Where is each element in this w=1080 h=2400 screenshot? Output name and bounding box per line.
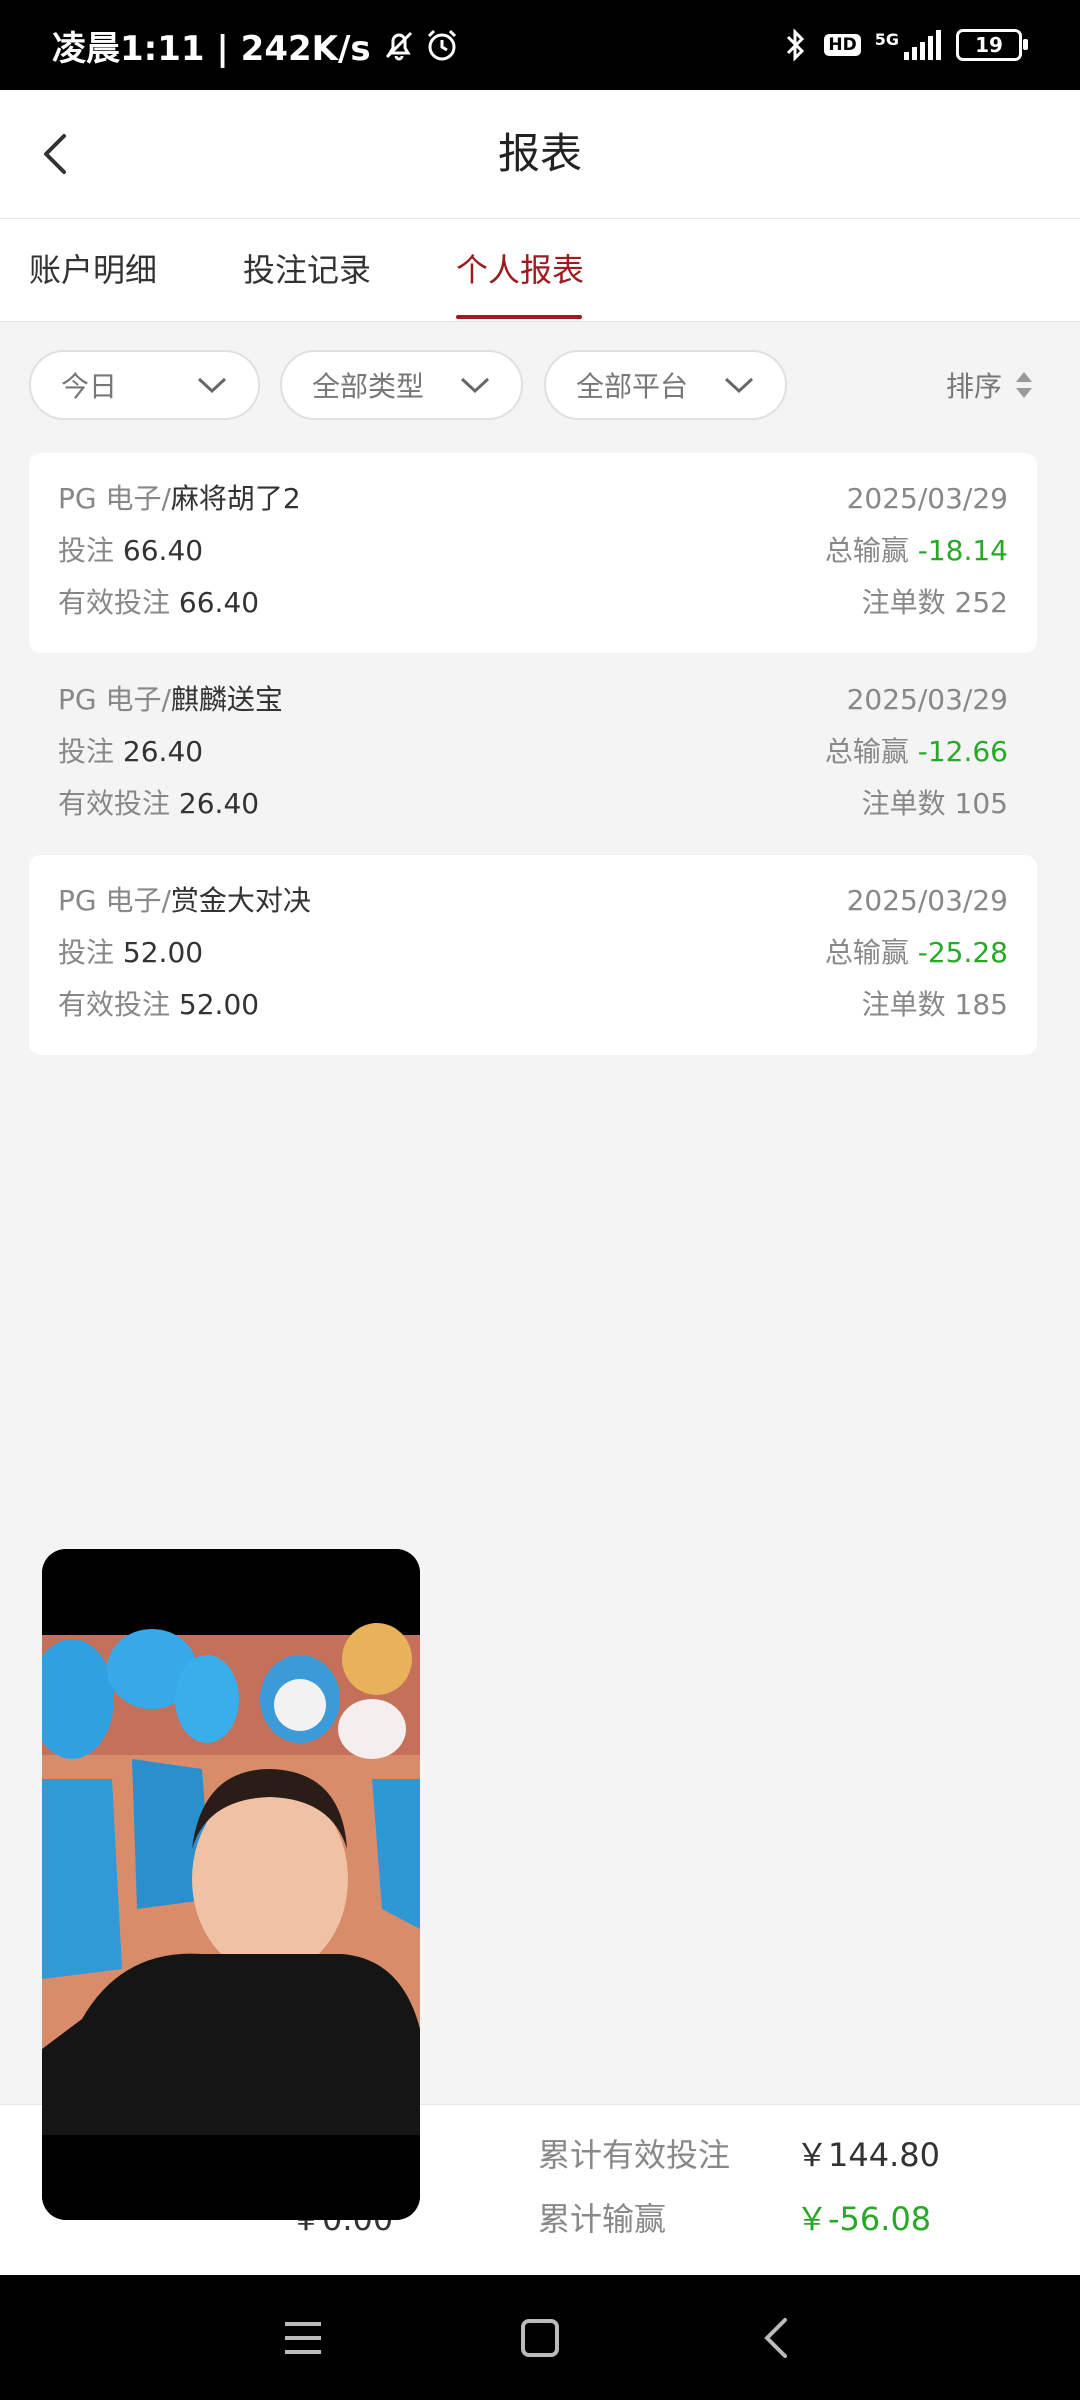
total-win-loss-value: ￥-56.08 [796,2200,932,2238]
alarm-icon [423,26,461,64]
period-filter[interactable]: 今日 [29,350,260,420]
platform-filter-label: 全部平台 [576,370,689,403]
bet-label: 投注 [58,735,115,768]
win-loss: 总输赢 -18.14 [825,531,1008,571]
back-triangle-icon [764,2317,787,2358]
bet-count-value: 252 [954,586,1008,619]
signal-icon: 5G [875,30,942,60]
win-loss-label: 总输赢 [824,735,909,768]
bet-count-label: 注单数 [861,988,946,1021]
tab-personal-report[interactable]: 个人报表 [456,219,584,321]
win-loss-value: -12.66 [917,735,1008,768]
platform-name: PG 电子/ [58,482,171,515]
chevron-left-icon [44,134,66,174]
sort-arrows-icon [1016,372,1033,398]
nav-back-button[interactable] [716,2275,836,2400]
home-button[interactable] [480,2275,600,2400]
bet-count-label: 注单数 [861,586,946,619]
valid-bet-value: 26.40 [178,787,260,820]
bet-label: 投注 [58,534,115,567]
status-bar: 凌晨1:11 | 242K/s HD 5G 19 [0,0,1080,90]
sort-label: 排序 [946,370,1003,403]
active-tab-indicator [456,315,582,319]
platform-filter[interactable]: 全部平台 [544,350,787,420]
tab-bet-records[interactable]: 投注记录 [243,219,371,321]
back-button[interactable] [26,124,86,184]
win-loss: 总输赢 -12.66 [825,732,1008,772]
total-win-loss-label: 累计输赢 [538,2200,667,2238]
hd-icon: HD [824,34,861,56]
bet-value: 52.00 [122,936,204,969]
win-loss-value: -25.28 [917,936,1008,969]
home-square-icon [521,2318,559,2357]
video-frame-image [42,1549,420,2220]
menu-icon [285,2321,321,2354]
bluetooth-icon [780,27,810,63]
card-title: PG 电子/麻将胡了2 [58,479,301,519]
system-nav-bar [0,2275,1080,2400]
chevron-down-icon [724,377,754,394]
record-date: 2025/03/29 [846,884,1008,917]
status-right: HD 5G 19 [780,0,1028,90]
platform-name: PG 电子/ [58,884,171,917]
valid-bet: 有效投注 66.40 [58,583,259,623]
game-name: 麒麟送宝 [170,683,283,716]
chevron-down-icon [197,377,227,394]
bet-amount: 投注 26.40 [58,732,203,772]
card-title: PG 电子/麒麟送宝 [58,680,283,720]
valid-bet: 有效投注 26.40 [58,784,259,824]
record-date: 2025/03/29 [846,683,1008,716]
platform-name: PG 电子/ [58,683,171,716]
valid-bet-label: 有效投注 [58,988,171,1021]
win-loss-label: 总输赢 [824,534,909,567]
status-time-speed: 凌晨1:11 | 242K/s [52,28,371,69]
battery-icon: 19 [956,29,1028,61]
bet-count: 注单数 185 [862,985,1008,1025]
type-filter-label: 全部类型 [312,370,425,403]
header: 报表 [0,90,1080,219]
floating-video-window[interactable] [42,1549,420,2220]
valid-bet-label: 有效投注 [58,787,171,820]
battery-level: 19 [975,33,1003,57]
win-loss-label: 总输赢 [824,936,909,969]
bet-count-value: 185 [954,988,1008,1021]
bet-count: 注单数 252 [862,583,1008,623]
bet-count: 注单数 105 [862,784,1008,824]
tab-bar: 账户明细 投注记录 个人报表 [0,219,1080,322]
game-name: 麻将胡了2 [170,482,301,515]
chevron-down-icon [460,377,490,394]
bet-amount: 投注 66.40 [58,531,203,571]
menu-button[interactable] [243,2275,363,2400]
card-title: PG 电子/赏金大对决 [58,881,311,921]
win-loss-value: -18.14 [917,534,1008,567]
bet-value: 26.40 [122,735,204,768]
valid-bet-value: 66.40 [178,586,260,619]
valid-bet: 有效投注 52.00 [58,985,259,1025]
bet-count-label: 注单数 [861,787,946,820]
total-valid-bet-value: ￥144.80 [796,2136,940,2174]
valid-bet-label: 有效投注 [58,586,171,619]
total-valid-bet-label: 累计有效投注 [538,2136,731,2174]
type-filter[interactable]: 全部类型 [280,350,523,420]
period-filter-label: 今日 [61,370,118,403]
win-loss: 总输赢 -25.28 [825,933,1008,973]
report-card[interactable]: PG 电子/麻将胡了2 2025/03/29 投注 66.40 总输赢 -18.… [29,453,1037,653]
report-card[interactable]: PG 电子/赏金大对决 2025/03/29 投注 52.00 总输赢 -25.… [29,855,1037,1055]
game-name: 赏金大对决 [170,884,311,917]
status-left: 凌晨1:11 | 242K/s [52,0,461,90]
sort-button[interactable]: 排序 [946,350,1034,420]
bet-value: 66.40 [122,534,204,567]
signal-label: 5G [874,30,899,49]
record-date: 2025/03/29 [846,482,1008,515]
report-card[interactable]: PG 电子/麒麟送宝 2025/03/29 投注 26.40 总输赢 -12.6… [29,654,1037,854]
filter-bar: 今日 全部类型 全部平台 排序 [0,350,1080,424]
page-title: 报表 [497,129,582,178]
bet-label: 投注 [58,936,115,969]
bet-count-value: 105 [954,787,1008,820]
tab-account-details[interactable]: 账户明细 [29,219,157,321]
valid-bet-value: 52.00 [178,988,260,1021]
bet-amount: 投注 52.00 [58,933,203,973]
mute-bell-icon [381,27,417,63]
